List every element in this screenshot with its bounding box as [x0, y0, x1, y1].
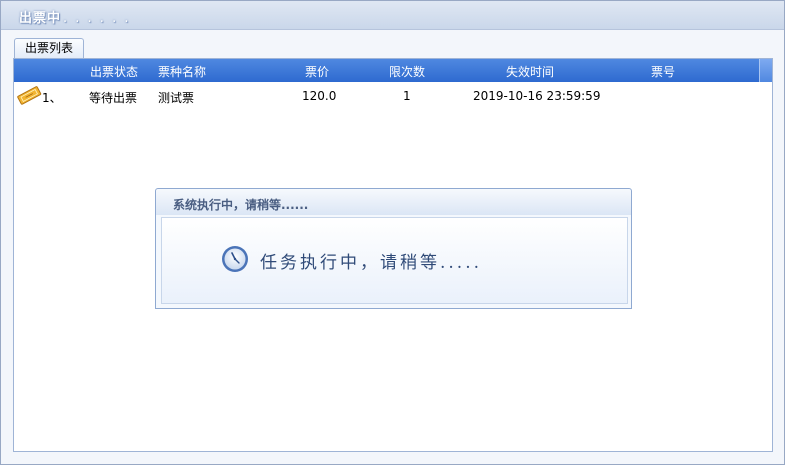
- column-header-status[interactable]: 出票状态: [90, 63, 138, 80]
- column-header-ticket-no[interactable]: 票号: [651, 63, 675, 80]
- ticket-icon: [17, 86, 42, 105]
- window-title: 出票中. . . . . .: [19, 7, 130, 26]
- column-header-price[interactable]: 票价: [305, 63, 329, 80]
- processing-dialog: 系统执行中，请稍等...... 任务执行中，请稍等.....: [155, 188, 632, 309]
- column-header-limit[interactable]: 限次数: [389, 63, 425, 80]
- header-scroll-cap: [759, 59, 772, 82]
- ticket-issuing-window: 出票中. . . . . . 出票列表 出票状态 票种名称 票价 限次数 失效时…: [0, 0, 785, 465]
- window-title-dots: . . . . . .: [63, 11, 131, 26]
- table-row[interactable]: 1、 等待出票 测试票 120.0 1 2019-10-16 23:59:59: [14, 85, 772, 107]
- row-price: 120.0: [302, 89, 337, 103]
- tab-ticket-list[interactable]: 出票列表: [14, 38, 84, 58]
- row-name: 测试票: [158, 91, 195, 105]
- column-header-name[interactable]: 票种名称: [158, 63, 206, 80]
- window-title-text: 出票中: [19, 11, 62, 26]
- dialog-body: 任务执行中，请稍等.....: [161, 217, 628, 304]
- dialog-title: 系统执行中，请稍等......: [173, 198, 309, 212]
- row-limit: 1: [403, 89, 411, 103]
- dialog-header: 系统执行中，请稍等......: [156, 189, 631, 215]
- column-header-expiry[interactable]: 失效时间: [506, 63, 554, 80]
- title-bar: 出票中. . . . . .: [1, 1, 784, 30]
- row-status: 等待出票: [89, 91, 138, 105]
- dialog-message: 任务执行中，请稍等.....: [260, 253, 483, 273]
- clock-icon: [222, 246, 248, 272]
- row-expiry: 2019-10-16 23:59:59: [473, 89, 601, 103]
- row-index: 1、: [42, 91, 62, 105]
- grid-header: 出票状态 票种名称 票价 限次数 失效时间 票号: [14, 59, 772, 82]
- tab-ticket-list-label: 出票列表: [24, 41, 73, 55]
